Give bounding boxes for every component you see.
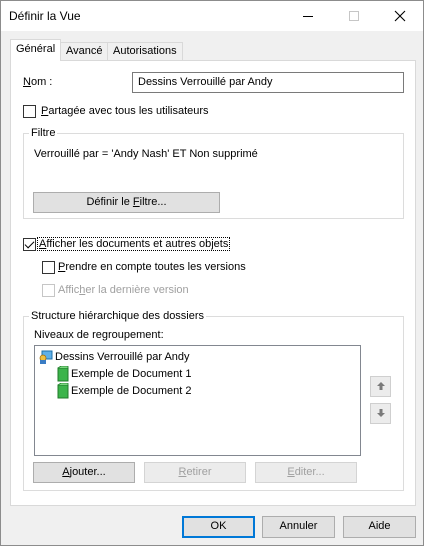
last-version-checkbox <box>42 284 55 297</box>
grouping-tree[interactable]: Dessins Verrouillé par Andy Exemple de D… <box>34 345 361 456</box>
show-documents-checkbox[interactable] <box>23 238 36 251</box>
tree-node-label: Exemple de Document 2 <box>71 385 192 397</box>
name-label: Nom : <box>23 76 53 88</box>
close-button[interactable] <box>377 1 423 31</box>
tree-node-label: Dessins Verrouillé par Andy <box>55 351 190 363</box>
minimize-icon <box>303 16 313 17</box>
grouping-levels-label: Niveaux de regroupement: <box>34 329 164 341</box>
filter-group-label: Filtre <box>29 127 58 139</box>
close-icon <box>394 10 406 22</box>
all-versions-label: Prendre en compte toutes les versions <box>58 261 246 273</box>
edit-button: Editer... <box>255 462 357 483</box>
ok-button[interactable]: OK <box>182 516 255 538</box>
minimize-button[interactable] <box>285 1 331 31</box>
last-version-label: Afficher la dernière version <box>58 284 189 296</box>
remove-button: Retirer <box>144 462 246 483</box>
arrow-down-icon <box>376 409 385 417</box>
all-versions-checkbox[interactable] <box>42 261 55 274</box>
define-filter-button[interactable]: Définir le Filtre... <box>33 192 220 213</box>
tree-node-label: Exemple de Document 1 <box>71 368 192 380</box>
tab-permissions[interactable]: Autorisations <box>107 42 183 61</box>
window-title: Définir la Vue <box>9 9 81 23</box>
arrow-up-icon <box>376 382 385 390</box>
define-view-dialog: Définir la Vue Général Avancé Autorisati… <box>0 0 424 546</box>
help-button[interactable]: Aide <box>343 516 416 538</box>
move-down-button[interactable] <box>370 403 391 424</box>
folder-hierarchy-label: Structure hiérarchique des dossiers <box>29 310 207 322</box>
document-icon <box>57 383 69 399</box>
title-bar[interactable]: Définir la Vue <box>1 1 423 31</box>
show-documents-label: Afficher les documents et autres objets <box>36 237 231 251</box>
view-icon <box>39 350 53 364</box>
add-button[interactable]: Ajouter... <box>33 462 135 483</box>
tab-general[interactable]: Général <box>10 39 62 61</box>
shared-checkbox[interactable] <box>23 105 36 118</box>
maximize-button <box>331 1 377 31</box>
maximize-icon <box>349 11 359 21</box>
cancel-button[interactable]: Annuler <box>262 516 335 538</box>
document-icon <box>57 366 69 382</box>
name-field[interactable]: Dessins Verrouillé par Andy <box>132 72 404 93</box>
tab-advanced[interactable]: Avancé <box>60 42 109 61</box>
move-up-button[interactable] <box>370 376 391 397</box>
shared-label: Partagée avec tous les utilisateurs <box>41 105 209 117</box>
filter-text: Verrouillé par = 'Andy Nash' ET Non supp… <box>34 148 258 160</box>
